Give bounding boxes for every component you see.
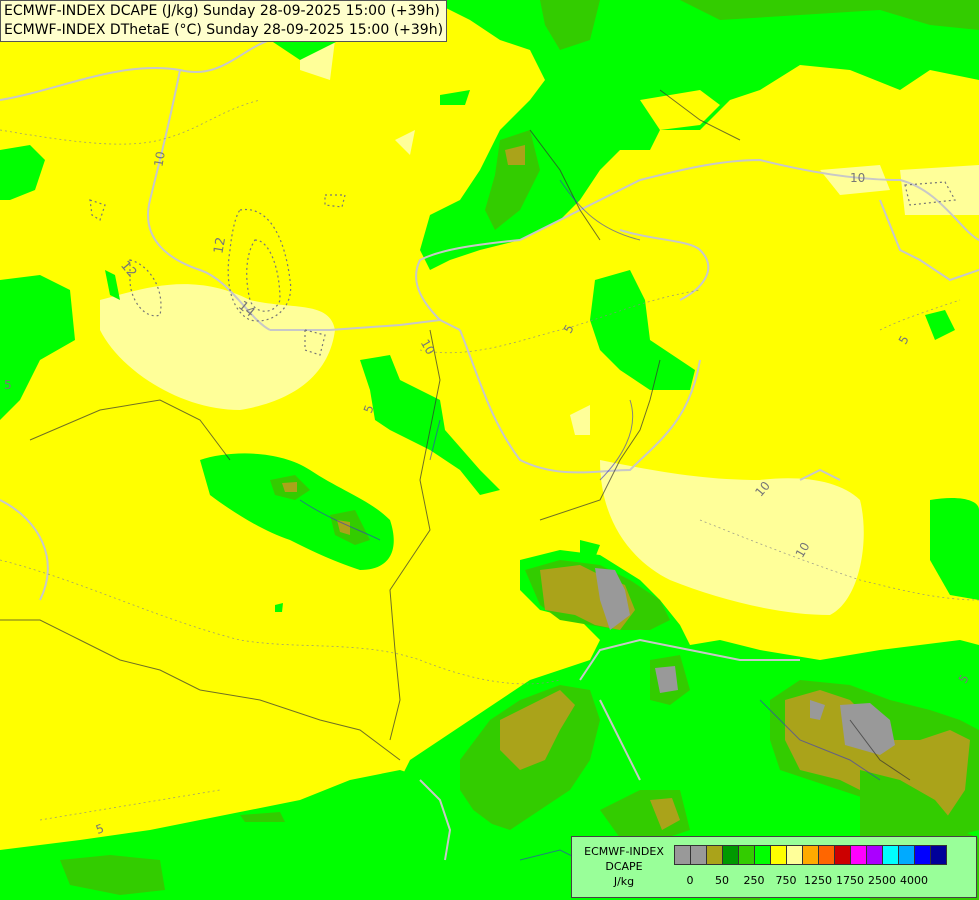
legend-swatch [882,845,899,865]
legend-swatch [818,845,835,865]
legend-swatch [866,845,883,865]
legend-title: ECMWF-INDEX DCAPE J/kg [576,844,672,889]
legend-title-unit: J/kg [613,875,635,888]
legend-swatch [802,845,819,865]
legend-tick-label: 50 [715,874,729,887]
legend-swatch [914,845,931,865]
legend-swatch [786,845,803,865]
legend-swatch [850,845,867,865]
color-legend: ECMWF-INDEX DCAPE J/kg 0 50 250 750 1250 1750… [571,836,977,898]
legend-swatch [690,845,707,865]
legend-swatch [754,845,771,865]
legend-swatch [722,845,739,865]
legend-swatch [674,845,691,865]
contour-label: 12 [211,236,230,255]
contour-label: 10 [151,150,168,168]
contour-label: 5 [4,378,12,392]
legend-tick-label: 4000 [900,874,928,887]
weather-map: 10 12 12 14 10 5 5 10 10 5 10 5 5 5 ECMW… [0,0,979,900]
legend-tick-label: 750 [775,874,797,887]
legend-swatch [770,845,787,865]
legend-title-model: ECMWF-INDEX [584,845,664,858]
legend-tick-label: 1250 [804,874,832,887]
legend-swatch [930,845,947,865]
legend-tick-label: 0 [686,874,694,887]
legend-swatch [898,845,915,865]
legend-swatch [738,845,755,865]
legend-swatches [674,845,947,865]
header-line-dcape: ECMWF-INDEX DCAPE (J/kg) Sunday 28-09-20… [4,3,440,19]
legend-tick-label: 250 [743,874,765,887]
header-line-dthetae: ECMWF-INDEX DThetaE (°C) Sunday 28-09-20… [4,22,444,38]
legend-tick-label: 2500 [868,874,896,887]
legend-swatch [834,845,851,865]
legend-tick-label: 1750 [836,874,864,887]
legend-ticks: 0 50 250 750 1250 1750 2500 4000 [674,874,974,888]
legend-swatch [706,845,723,865]
contour-label: 10 [850,171,866,185]
dcape-field [0,0,979,900]
legend-title-variable: DCAPE [605,860,643,873]
map-header: ECMWF-INDEX DCAPE (J/kg) Sunday 28-09-20… [0,0,448,42]
